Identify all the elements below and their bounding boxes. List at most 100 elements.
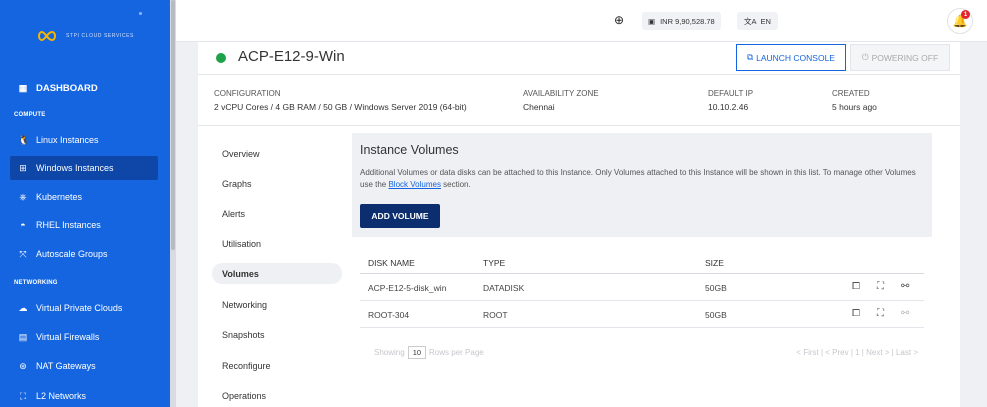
- sidebar-item-label: Autoscale Groups: [36, 249, 108, 259]
- sidebar: STPI CLOUD SERVICES ▦ DASHBOARD COMPUTE …: [0, 0, 170, 407]
- language-label: EN: [760, 16, 771, 26]
- sidebar-item-windows-instances[interactable]: ⊞ Windows Instances: [10, 156, 158, 180]
- rows-per-page-select[interactable]: 10: [407, 346, 427, 359]
- top-bar: ⊕ ▣ INR 9,90,528.78 文A EN 🔔 1: [176, 0, 987, 42]
- wallet-balance-button[interactable]: ▣ INR 9,90,528.78: [642, 12, 721, 30]
- sidebar-item-label: Linux Instances: [36, 135, 99, 145]
- block-volumes-link[interactable]: Block Volumes: [388, 180, 440, 189]
- section-title: Instance Volumes: [360, 143, 459, 157]
- external-link-icon: ⧉: [747, 52, 754, 62]
- snapshot-icon[interactable]: ⛶: [877, 281, 884, 292]
- meta-label: CREATED: [832, 89, 870, 98]
- meta-label: CONFIGURATION: [214, 89, 281, 98]
- tab-alerts[interactable]: Alerts: [212, 203, 342, 224]
- tab-graphs[interactable]: Graphs: [212, 173, 342, 194]
- tab-overview[interactable]: Overview: [212, 143, 342, 164]
- sidebar-item-l2-networks[interactable]: ⛶ L2 Networks: [10, 384, 158, 407]
- instance-volumes-panel: Instance Volumes Additional Volumes or d…: [352, 133, 932, 237]
- sidebar-item-label: L2 Networks: [36, 391, 87, 401]
- language-selector[interactable]: 文A EN: [737, 12, 778, 30]
- infinity-logo-icon: [38, 30, 56, 42]
- sidebar-scrollbar-thumb[interactable]: [171, 0, 175, 250]
- logo[interactable]: STPI CLOUD SERVICES: [0, 12, 170, 54]
- instance-title: ACP-E12-9-Win: [238, 48, 345, 65]
- vpc-icon: ☁: [18, 302, 28, 313]
- meta-availability-zone: AVAILABILITY ZONE Chennai: [523, 89, 599, 112]
- l2-network-icon: ⛶: [19, 390, 27, 401]
- tab-volumes[interactable]: Volumes: [212, 263, 342, 284]
- table-row: ACP-E12-5-disk_win DATADISK 50GB ⧠ ⛶ ⚯: [360, 274, 924, 301]
- sidebar-item-rhel-instances[interactable]: ◓ RHEL Instances: [10, 213, 158, 237]
- instance-detail-card: ACP-E12-9-Win ⧉ LAUNCH CONSOLE ⏻ POWERIN…: [198, 42, 960, 407]
- sidebar-item-linux-instances[interactable]: 🐧 Linux Instances: [10, 128, 158, 152]
- copy-icon[interactable]: ⧠: [852, 281, 860, 292]
- kubernetes-icon: ⎈: [19, 191, 27, 202]
- globe-icon[interactable]: ⊕: [614, 13, 624, 27]
- disk-name: ROOT-304: [368, 310, 410, 320]
- sidebar-item-label: Windows Instances: [36, 163, 114, 173]
- section-description: Additional Volumes or data disks can be …: [360, 167, 920, 191]
- column-header-size: SIZE: [705, 258, 724, 268]
- wallet-icon: ▣: [648, 16, 656, 26]
- sidebar-item-label: Kubernetes: [36, 192, 83, 202]
- sidebar-item-label: Virtual Firewalls: [36, 332, 100, 342]
- add-volume-button[interactable]: ADD VOLUME: [360, 204, 440, 228]
- disk-type: DATADISK: [483, 283, 525, 293]
- sidebar-item-virtual-firewalls[interactable]: ▤ Virtual Firewalls: [10, 325, 158, 349]
- tab-networking[interactable]: Networking: [212, 294, 342, 315]
- section-networking: NETWORKING: [14, 280, 58, 286]
- disk-type: ROOT: [483, 310, 508, 320]
- disk-size: 50GB: [705, 283, 727, 293]
- sidebar-item-label: RHEL Instances: [36, 220, 101, 230]
- rhel-icon: ◓: [20, 220, 26, 230]
- sidebar-item-label: NAT Gateways: [36, 361, 96, 371]
- tab-snapshots[interactable]: Snapshots: [212, 324, 342, 345]
- wallet-balance: INR 9,90,528.78: [660, 16, 715, 26]
- sidebar-item-nat-gateways[interactable]: ⊛ NAT Gateways: [10, 354, 158, 378]
- dashboard-icon: ▦: [18, 82, 28, 93]
- power-button: ⏻ POWERING OFF: [850, 44, 950, 71]
- launch-console-label: LAUNCH CONSOLE: [756, 52, 835, 63]
- volumes-table: DISK NAME TYPE SIZE ACP-E12-5-disk_win D…: [360, 251, 924, 328]
- launch-console-button[interactable]: ⧉ LAUNCH CONSOLE: [736, 44, 846, 71]
- pagination-nav[interactable]: < First | < Prev | 1 | Next > | Last >: [796, 348, 918, 357]
- meta-value: 2 vCPU Cores / 4 GB RAM / 50 GB / Window…: [214, 102, 467, 112]
- firewall-icon: ▤: [18, 331, 28, 342]
- meta-default-ip: DEFAULT IP 10.10.2.46: [708, 89, 753, 112]
- status-indicator: [216, 53, 226, 63]
- meta-label: AVAILABILITY ZONE: [523, 89, 599, 98]
- tab-utilisation[interactable]: Utilisation: [212, 233, 342, 254]
- logo-dot: [139, 12, 142, 15]
- tab-operations[interactable]: Operations: [212, 385, 342, 406]
- meta-value: 5 hours ago: [832, 102, 877, 112]
- tab-reconfigure[interactable]: Reconfigure: [212, 355, 342, 376]
- disk-name: ACP-E12-5-disk_win: [368, 283, 447, 293]
- meta-label: DEFAULT IP: [708, 89, 754, 98]
- sidebar-item-autoscale-groups[interactable]: ⤧ Autoscale Groups: [10, 242, 158, 266]
- sidebar-item-label: Virtual Private Clouds: [36, 303, 123, 313]
- column-header-disk-name: DISK NAME: [368, 258, 415, 268]
- linux-icon: 🐧: [18, 134, 30, 145]
- column-header-type: TYPE: [483, 258, 506, 268]
- meta-configuration: CONFIGURATION 2 vCPU Cores / 4 GB RAM / …: [214, 89, 467, 112]
- brand-text: STPI CLOUD SERVICES: [66, 33, 134, 39]
- power-icon: ⏻: [861, 52, 869, 62]
- copy-icon[interactable]: ⧠: [852, 308, 860, 319]
- notification-badge: 1: [961, 10, 970, 19]
- table-header-row: DISK NAME TYPE SIZE: [360, 251, 924, 274]
- instance-header: ACP-E12-9-Win ⧉ LAUNCH CONSOLE ⏻ POWERIN…: [198, 42, 960, 74]
- power-status-label: POWERING OFF: [871, 52, 939, 63]
- sidebar-item-kubernetes[interactable]: ⎈ Kubernetes: [10, 185, 158, 209]
- meta-value: Chennai: [523, 102, 555, 112]
- instance-meta: CONFIGURATION 2 vCPU Cores / 4 GB RAM / …: [198, 74, 960, 126]
- detach-icon[interactable]: ⚯: [901, 281, 909, 292]
- snapshot-icon[interactable]: ⛶: [877, 308, 884, 319]
- section-compute: COMPUTE: [14, 112, 46, 118]
- sidebar-item-virtual-private-clouds[interactable]: ☁ Virtual Private Clouds: [10, 296, 158, 320]
- meta-created: CREATED 5 hours ago: [832, 89, 877, 112]
- sidebar-item-dashboard[interactable]: ▦ DASHBOARD: [10, 76, 158, 100]
- showing-label: Showing: [374, 348, 405, 357]
- notifications-button[interactable]: 🔔 1: [947, 8, 973, 34]
- windows-icon: ⊞: [19, 162, 27, 173]
- pagination: Showing 10 Rows per Page < First | < Prev …: [374, 346, 918, 362]
